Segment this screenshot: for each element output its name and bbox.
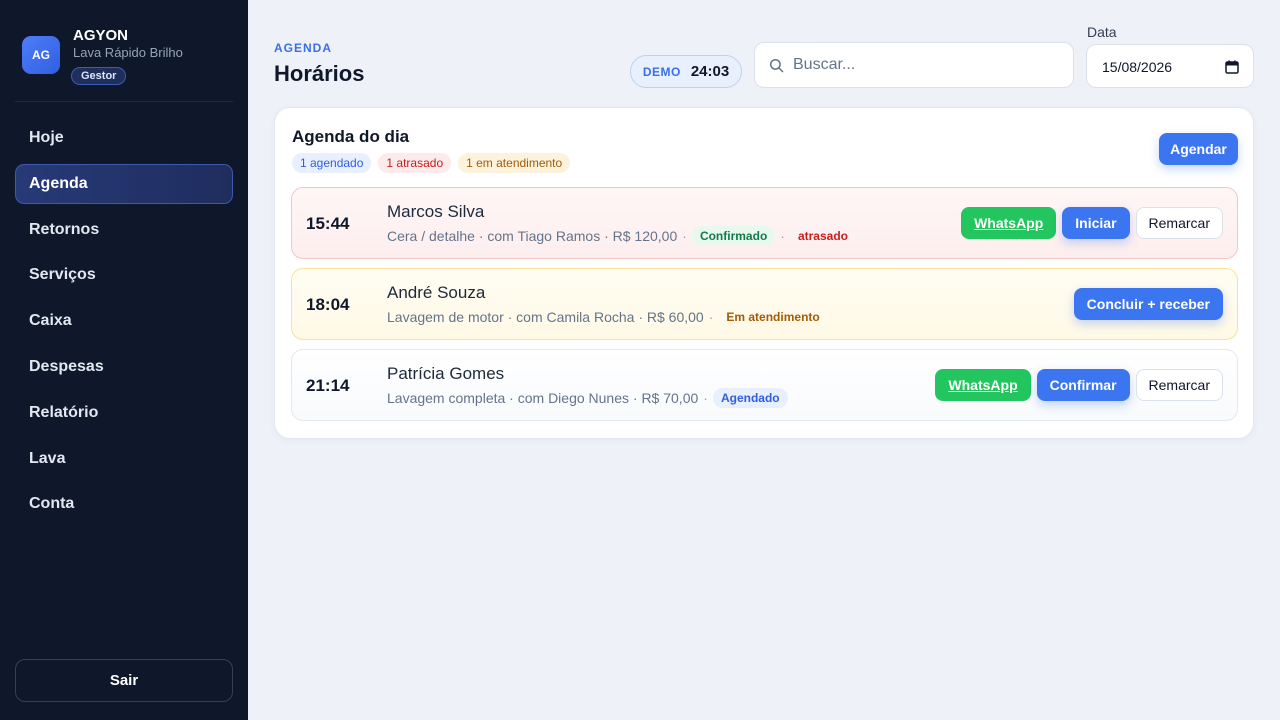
appointment-actions: WhatsApp Iniciar Remarcar: [961, 207, 1223, 239]
search-icon: [769, 58, 784, 73]
summary-scheduled-badge: 1 agendado: [292, 153, 372, 173]
appointment-info: Lavagem de motor · com Camila Rocha · R$…: [387, 309, 704, 325]
sidebar-item-relatorio[interactable]: Relatório: [15, 393, 233, 433]
status-badge: Confirmado: [691, 226, 776, 246]
role-badge: Gestor: [71, 67, 127, 85]
appointment-details: Cera / detalhe · com Tiago Ramos · R$ 12…: [387, 226, 856, 246]
separator: ·: [703, 390, 708, 406]
whatsapp-button[interactable]: WhatsApp: [935, 369, 1031, 401]
appointment-time: 15:44: [306, 214, 350, 233]
date-label: Data: [1087, 24, 1117, 40]
schedule-button[interactable]: Agendar: [1159, 133, 1238, 165]
client-name: Marcos Silva: [387, 202, 485, 221]
sidebar-item-despesas[interactable]: Despesas: [15, 347, 233, 387]
separator: ·: [682, 228, 687, 244]
demo-clock: DEMO 24:03: [630, 55, 742, 88]
appointment-details: Lavagem completa · com Diego Nunes · R$ …: [387, 388, 788, 408]
demo-label: DEMO: [642, 64, 681, 79]
start-button[interactable]: Iniciar: [1062, 207, 1130, 239]
sidebar-item-agenda[interactable]: Agenda: [15, 163, 233, 204]
client-name: Patrícia Gomes: [387, 364, 505, 383]
agenda-card: Agenda do dia 1 agendado 1 atrasado 1 em…: [274, 107, 1254, 439]
appointment-info: Cera / detalhe · com Tiago Ramos · R$ 12…: [387, 228, 678, 244]
logout-button[interactable]: Sair: [15, 659, 233, 702]
sidebar-item-hoje[interactable]: Hoje: [15, 118, 233, 158]
confirm-button[interactable]: Confirmar: [1036, 369, 1130, 401]
appointment-details: Lavagem de motor · com Camila Rocha · R$…: [387, 307, 828, 327]
search-box: [754, 42, 1074, 88]
separator: ·: [708, 309, 714, 325]
summary-serving-badge: 1 em atendimento: [458, 153, 571, 173]
search-input[interactable]: [793, 43, 1063, 87]
agenda-summary: 1 agendado 1 atrasado 1 em atendimento: [292, 153, 571, 173]
reschedule-button[interactable]: Remarcar: [1135, 207, 1223, 239]
date-value: 15/08/2026: [1102, 59, 1173, 75]
complete-and-charge-button[interactable]: Concluir + receber: [1073, 288, 1223, 320]
brand: AG AGYON Lava Rápido Brilho Gestor: [22, 27, 232, 87]
sidebar-divider: [15, 101, 233, 102]
separator: ·: [780, 228, 785, 244]
sidebar-item-conta[interactable]: Conta: [15, 484, 233, 524]
sidebar: AG AGYON Lava Rápido Brilho Gestor Hoje …: [0, 0, 248, 720]
status-badge: Em atendimento: [726, 310, 820, 324]
status-badge: Agendado: [712, 388, 788, 408]
appointment-actions: Concluir + receber: [1073, 288, 1223, 320]
appointment-actions: WhatsApp Confirmar Remarcar: [935, 369, 1223, 401]
sidebar-nav: Hoje Agenda Retornos Serviços Caixa Desp…: [15, 118, 233, 530]
page-eyebrow: AGENDA: [274, 41, 333, 55]
demo-time: 24:03: [690, 63, 730, 80]
business-name: Lava Rápido Brilho: [73, 45, 183, 60]
page-title: Horários: [274, 61, 365, 86]
appointment-row: 21:14 Patrícia Gomes Lavagem completa · …: [291, 349, 1238, 421]
date-field[interactable]: 15/08/2026: [1086, 44, 1254, 88]
sidebar-item-lava[interactable]: Lava: [15, 439, 233, 479]
late-badge: atrasado: [797, 229, 848, 243]
brand-name: AGYON: [73, 27, 129, 44]
whatsapp-button[interactable]: WhatsApp: [961, 207, 1057, 239]
appointment-time: 18:04: [306, 295, 350, 314]
sidebar-item-servicos[interactable]: Serviços: [15, 255, 233, 295]
reschedule-button[interactable]: Remarcar: [1135, 369, 1223, 401]
calendar-icon[interactable]: [1225, 60, 1239, 74]
sidebar-item-retornos[interactable]: Retornos: [15, 210, 233, 250]
appointment-info: Lavagem completa · com Diego Nunes · R$ …: [387, 390, 699, 406]
summary-late-badge: 1 atrasado: [378, 153, 452, 173]
brand-avatar: AG: [22, 36, 60, 74]
appointment-row: 18:04 André Souza Lavagem de motor · com…: [291, 268, 1238, 340]
client-name: André Souza: [387, 283, 486, 302]
agenda-title: Agenda do dia: [292, 127, 410, 146]
appointment-time: 21:14: [306, 376, 350, 395]
appointment-row: 15:44 Marcos Silva Cera / detalhe · com …: [291, 187, 1238, 259]
sidebar-item-caixa[interactable]: Caixa: [15, 301, 233, 341]
